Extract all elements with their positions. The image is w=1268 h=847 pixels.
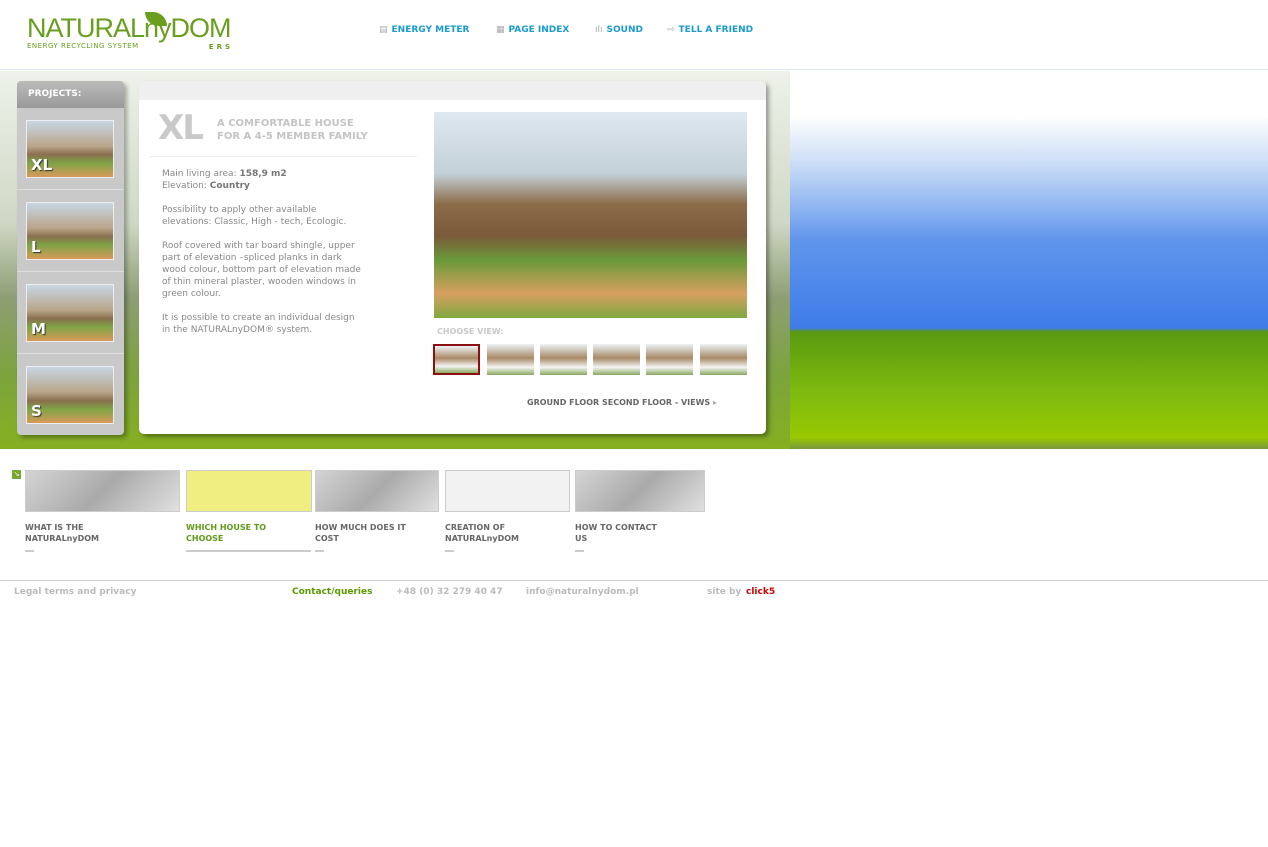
description-paragraph: It is possible to create an individual d…	[162, 313, 355, 335]
dash	[445, 550, 454, 552]
nav-label: PAGE INDEX	[508, 25, 570, 35]
phone: +48 (0) 32 279 40 47	[396, 587, 503, 597]
view-thumbnail[interactable]	[646, 344, 693, 375]
title-line: CHOOSE	[186, 534, 224, 543]
title-line: WHICH HOUSE TO	[186, 523, 267, 532]
view-thumbnail[interactable]	[700, 344, 747, 375]
ground-floor-link[interactable]: GROUND FLOOR	[527, 398, 599, 407]
house-subtitle: A COMFORTABLE HOUSE FOR A 4-5 MEMBER FAMI…	[217, 117, 368, 143]
nav-tell-a-friend[interactable]: ⇨ TELL A FRIEND	[667, 25, 753, 35]
info-title: HOW MUCH DOES IT COST	[315, 522, 439, 544]
info-which-house[interactable]: WHICH HOUSE TO CHOOSE	[186, 470, 312, 552]
info-cost[interactable]: HOW MUCH DOES IT COST	[315, 470, 439, 552]
title-line: COST	[315, 534, 339, 543]
footer: Legal terms and privacy Contact/queries …	[0, 580, 1268, 600]
info-title: WHAT IS THE NATURALnyDOM	[25, 522, 180, 544]
project-label: XL	[31, 156, 53, 174]
nav-label: ENERGY METER	[391, 25, 470, 35]
projects-sidebar: PROJECTS: XL L M S	[17, 81, 124, 435]
title-line: NATURALnyDOM	[445, 534, 519, 543]
info-image	[25, 470, 180, 512]
view-thumbnail[interactable]	[540, 344, 587, 375]
sound-icon: ılı	[595, 25, 603, 35]
area-value: 158,9 m2	[239, 169, 287, 179]
views-link[interactable]: VIEWS	[681, 398, 710, 407]
nav-page-index[interactable]: ▦ PAGE INDEX	[496, 25, 569, 35]
credit-link[interactable]: click5	[746, 587, 775, 597]
email-link[interactable]: info@naturalnydom.pl	[526, 587, 639, 597]
info-title: HOW TO CONTACT US	[575, 522, 705, 544]
grid-icon: ▦	[496, 25, 505, 35]
project-label: S	[31, 402, 42, 420]
arrow-right-icon: ▸	[712, 398, 717, 407]
floor-links: GROUND FLOOR SECOND FLOOR - VIEWS ▸	[527, 398, 717, 407]
dash	[575, 550, 584, 552]
separator: -	[674, 398, 679, 407]
nav-energy-meter[interactable]: ▤ ENERGY METER	[379, 25, 469, 35]
nav-label: TELL A FRIEND	[678, 25, 754, 35]
info-title: WHICH HOUSE TO CHOOSE	[186, 522, 312, 544]
project-l[interactable]: L	[17, 190, 124, 272]
title-line: US	[575, 534, 588, 543]
house-description: Main living area: 158,9 m2 Elevation: Cou…	[162, 168, 362, 348]
elevation-value: Country	[209, 181, 250, 191]
title-line: HOW TO CONTACT	[575, 523, 657, 532]
info-image	[186, 470, 312, 512]
subtitle-line: A COMFORTABLE HOUSE	[217, 118, 354, 129]
divider	[149, 156, 417, 157]
logo[interactable]: NATURALnyDOM ENERGY RECYCLING SYSTEM ERS	[27, 12, 237, 54]
view-thumbnail[interactable]	[487, 344, 534, 375]
title-line: WHAT IS THE	[25, 523, 84, 532]
project-m[interactable]: M	[17, 272, 124, 354]
meter-icon: ▤	[379, 25, 388, 35]
project-label: M	[31, 320, 46, 338]
description-paragraph: Possibility to apply other available ele…	[162, 205, 347, 227]
title-line: NATURALnyDOM	[25, 534, 99, 543]
house-code: XL	[158, 108, 204, 148]
projects-title: PROJECTS:	[17, 81, 124, 108]
info-creation[interactable]: CREATION OF NATURALnyDOM	[445, 470, 570, 552]
panel-bar	[139, 81, 766, 100]
title-line: HOW MUCH DOES IT	[315, 523, 406, 532]
nav-label: SOUND	[606, 25, 643, 35]
info-image	[575, 470, 705, 512]
house-main-image	[434, 112, 747, 318]
title-line: CREATION OF	[445, 523, 506, 532]
project-label: L	[31, 238, 41, 256]
dash	[315, 550, 324, 552]
second-floor-link[interactable]: SECOND FLOOR	[602, 398, 672, 407]
contact-link[interactable]: Contact/queries	[292, 587, 372, 597]
dash	[25, 550, 34, 552]
share-icon: ⇨	[667, 25, 675, 35]
nav-sound[interactable]: ılı SOUND	[595, 25, 643, 35]
arrow-icon: ↘	[12, 470, 21, 479]
active-underline	[186, 550, 311, 552]
logo-ers: ERS	[208, 43, 233, 51]
subtitle-line: FOR A 4-5 MEMBER FAMILY	[217, 131, 368, 142]
view-thumbnail[interactable]	[433, 344, 480, 375]
project-s[interactable]: S	[17, 354, 124, 436]
description-paragraph: Roof covered with tar board shingle, upp…	[162, 241, 361, 299]
info-image	[315, 470, 439, 512]
legal-link[interactable]: Legal terms and privacy	[14, 587, 136, 597]
info-image	[445, 470, 570, 512]
header: NATURALnyDOM ENERGY RECYCLING SYSTEM ERS…	[0, 0, 1268, 70]
logo-name: NATURALnyDOM	[27, 13, 232, 43]
info-title: CREATION OF NATURALnyDOM	[445, 522, 570, 544]
info-contact[interactable]: HOW TO CONTACT US	[575, 470, 705, 552]
choose-view-label: CHOOSE VIEW:	[437, 327, 504, 336]
site-by-label: site by	[707, 587, 742, 597]
view-thumbnail[interactable]	[593, 344, 640, 375]
info-what-is[interactable]: WHAT IS THE NATURALnyDOM	[25, 470, 180, 552]
logo-tagline: ENERGY RECYCLING SYSTEM	[27, 42, 139, 50]
elevation-label: Elevation:	[162, 181, 207, 191]
project-xl[interactable]: XL	[17, 108, 124, 190]
area-label: Main living area:	[162, 169, 237, 179]
